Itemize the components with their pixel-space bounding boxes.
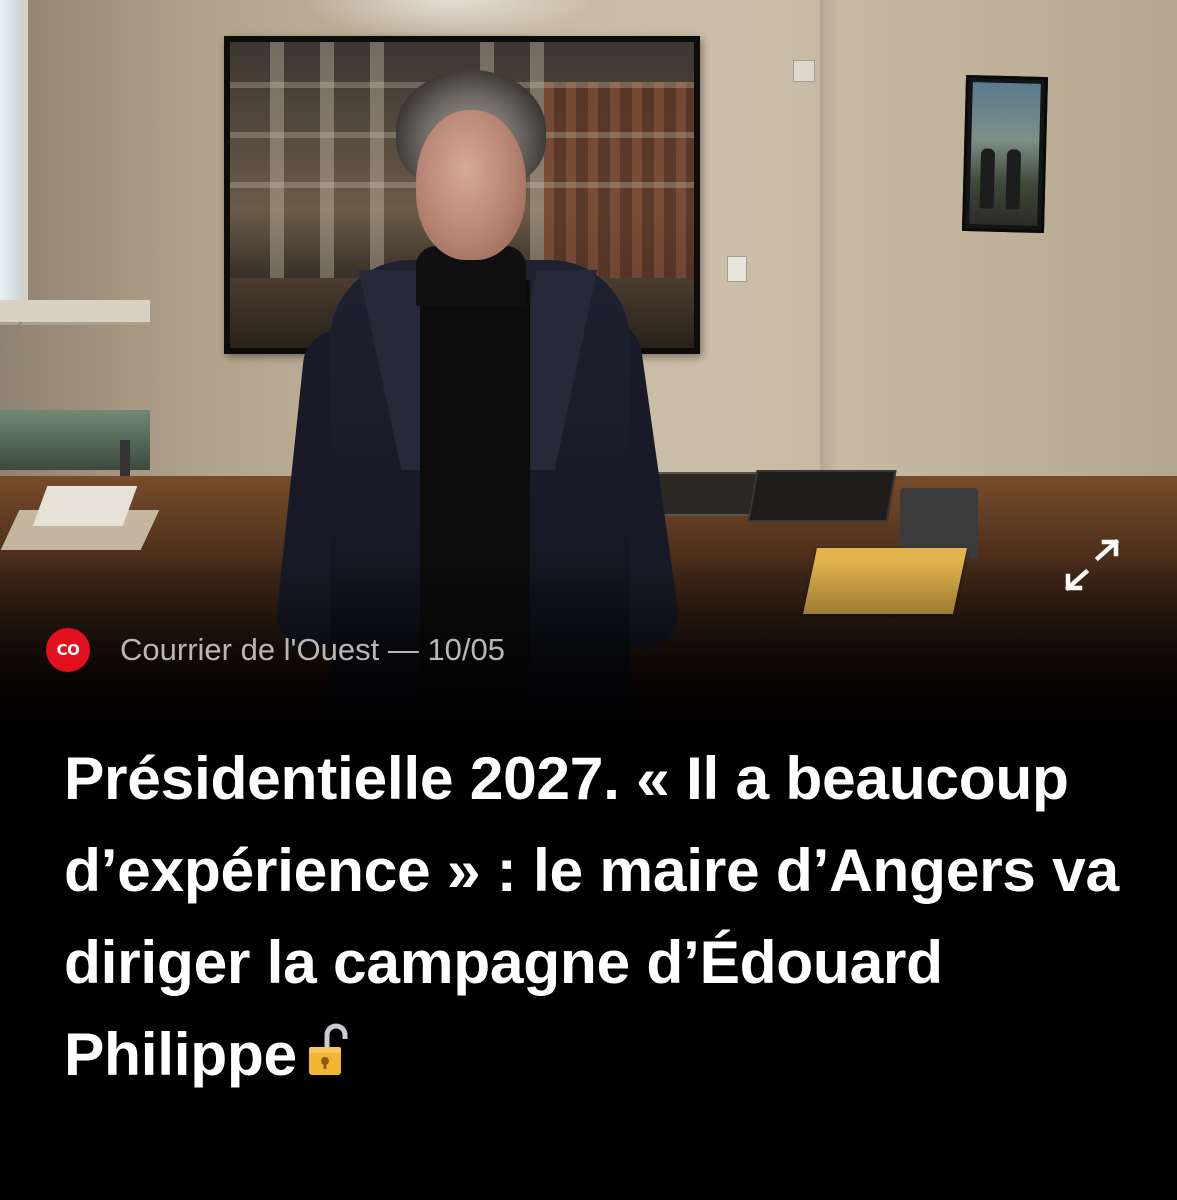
expand-arrows-icon (1064, 538, 1120, 592)
light-switch (727, 256, 747, 282)
laptop (747, 470, 897, 522)
headline-text: Présidentielle 2027. « Il a beaucoup d’e… (64, 744, 1119, 1088)
wall-socket (793, 60, 815, 82)
shelf-bracket (0, 322, 48, 362)
expand-image-button[interactable] (1062, 536, 1122, 594)
article-card[interactable]: CO Courrier de l'Ouest — 10/05 Président… (0, 0, 1177, 1200)
article-headline[interactable]: Présidentielle 2027. « Il a beaucoup d’e… (64, 732, 1154, 1100)
source-meta: Courrier de l'Ouest — 10/05 (120, 632, 505, 668)
ceiling-light (300, 0, 600, 40)
source-name: Courrier de l'Ouest (120, 632, 380, 667)
framed-photo (961, 74, 1049, 234)
window (0, 0, 28, 300)
article-date: 10/05 (427, 632, 506, 667)
unlocked-padlock-icon (308, 1023, 348, 1075)
source-line[interactable]: CO Courrier de l'Ouest — 10/05 (46, 628, 505, 672)
wall-shelf (0, 300, 150, 322)
source-logo: CO (46, 628, 90, 672)
source-separator: — (387, 632, 419, 667)
desk-paper (32, 486, 138, 526)
wall-corner (820, 0, 838, 480)
